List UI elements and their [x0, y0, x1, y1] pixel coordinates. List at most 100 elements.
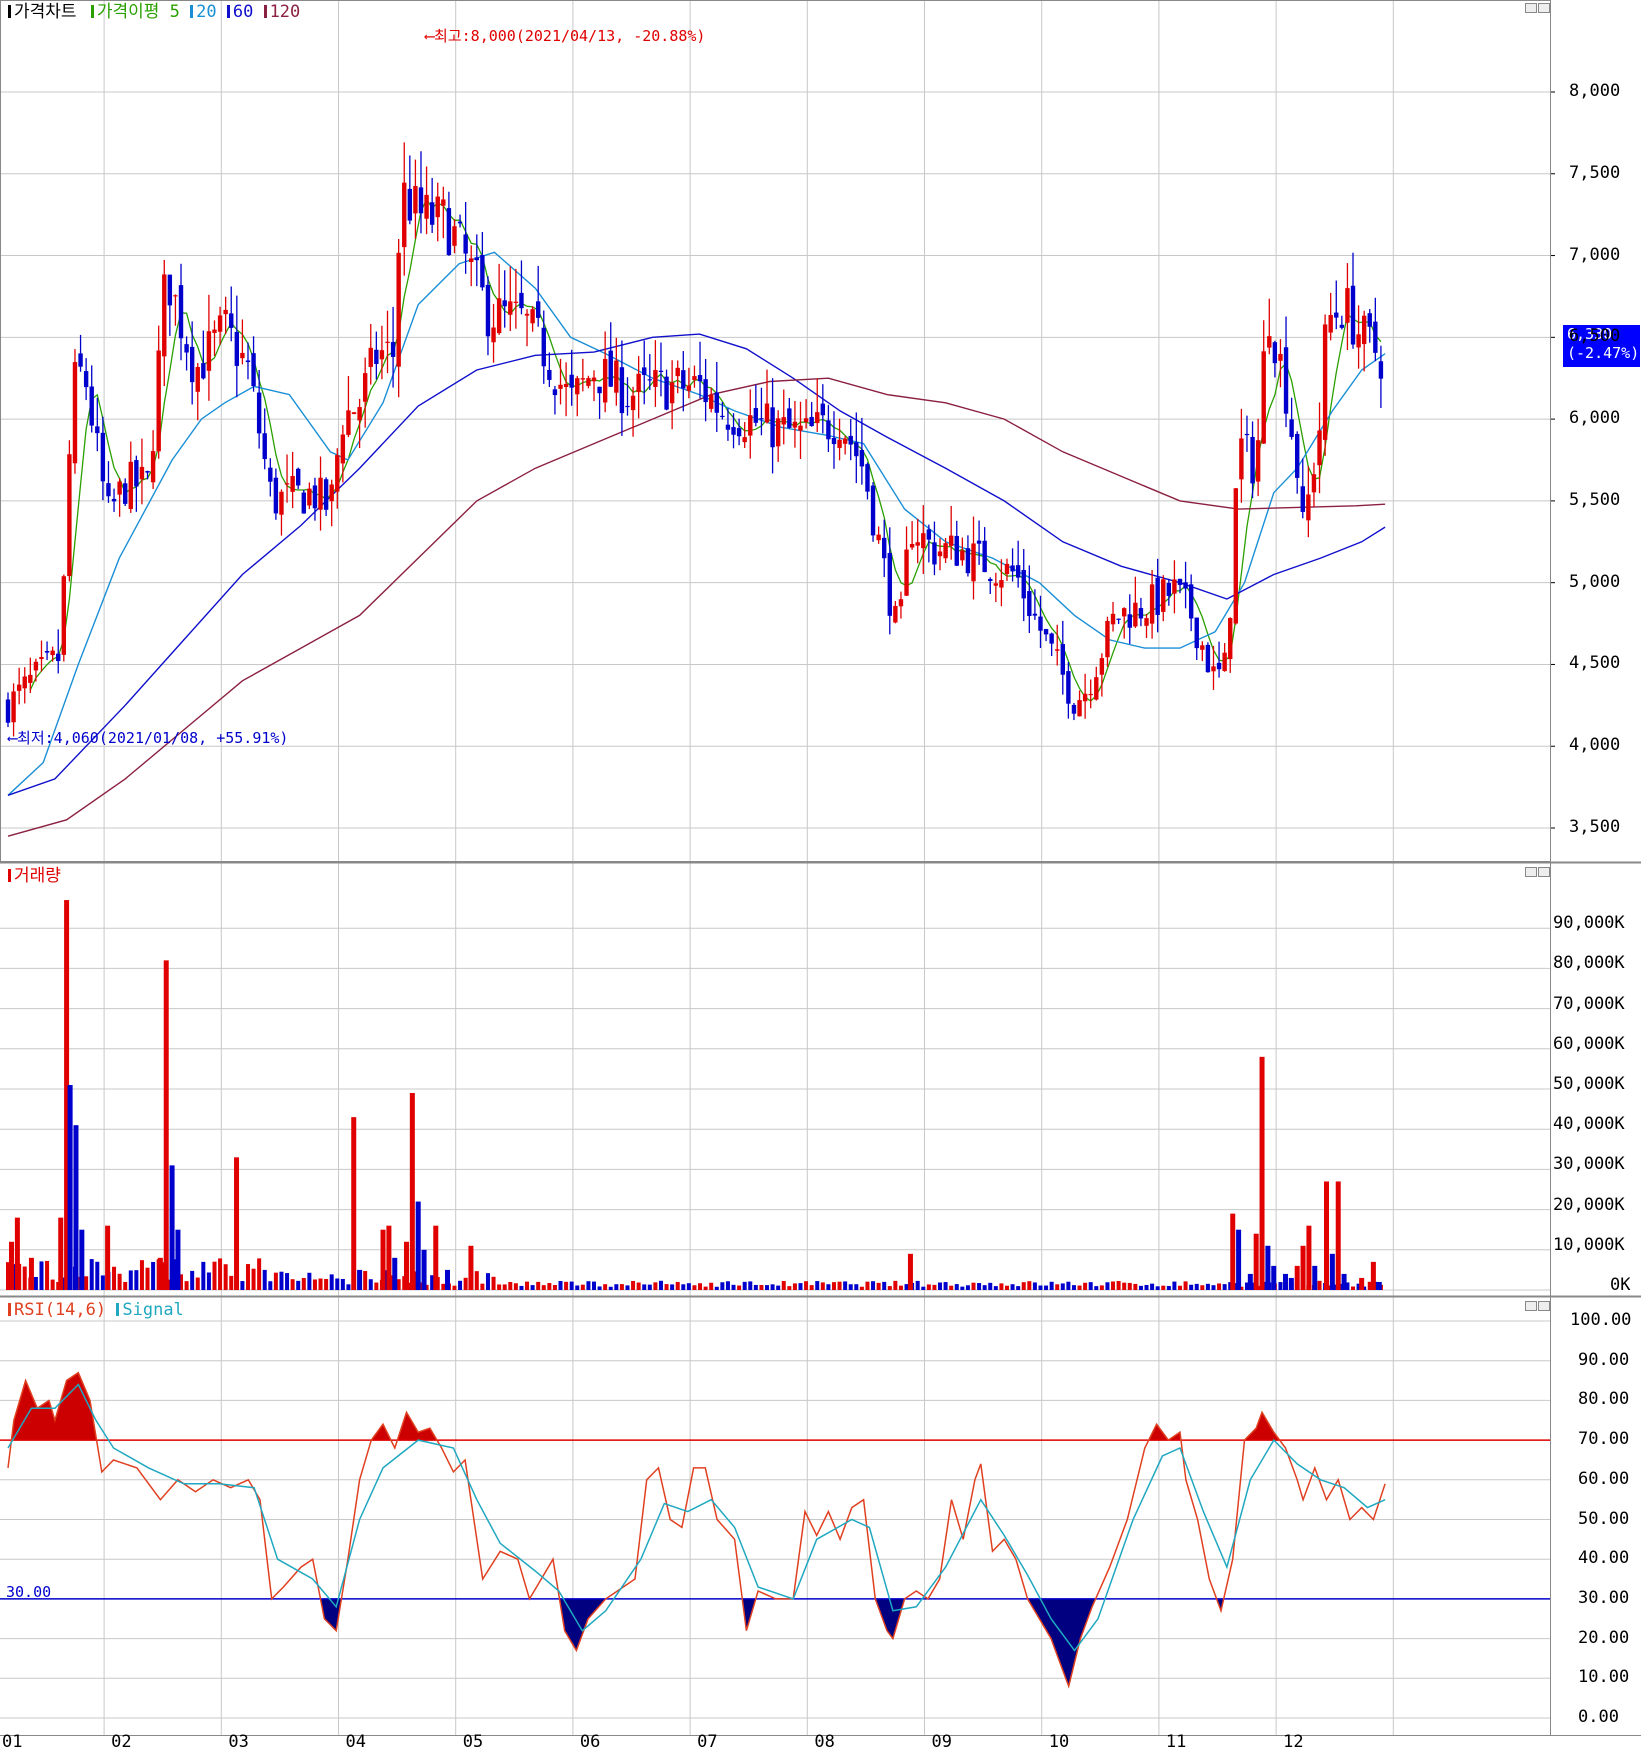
candle-body: [859, 449, 865, 467]
candle-body: [1228, 618, 1233, 660]
volume-bar: [541, 1285, 546, 1290]
volume-bar: [169, 1165, 175, 1290]
candle-body: [1334, 312, 1339, 318]
price-panel-minimize-button[interactable]: [1525, 3, 1537, 13]
volume-bar: [1016, 1286, 1021, 1290]
candle-body: [1066, 671, 1071, 704]
volume-legend[interactable]: 거래량: [4, 866, 61, 886]
candle-body: [251, 353, 256, 387]
candle-body: [1222, 652, 1227, 672]
volume-bar: [368, 1279, 373, 1290]
candle-body: [1378, 361, 1384, 379]
volume-bar: [105, 1225, 111, 1290]
candle-body: [803, 418, 809, 423]
rsi-panel-minimize-button[interactable]: [1525, 1301, 1537, 1311]
price-axis-label: 7,500: [1569, 162, 1621, 183]
candle-body: [435, 196, 440, 218]
volume-bar: [1335, 1181, 1341, 1290]
volume-bar: [703, 1286, 708, 1290]
rsi-axis-label: 20.00: [1578, 1627, 1630, 1648]
candle-body: [1049, 633, 1054, 644]
rsi-panel-close-button[interactable]: [1538, 1301, 1550, 1311]
candle-body: [245, 360, 251, 363]
price-panel-close-button[interactable]: [1538, 3, 1550, 13]
candle-body: [658, 370, 664, 372]
candle-body: [1211, 666, 1216, 672]
candle-body: [971, 543, 976, 582]
candle-body: [614, 360, 619, 393]
candle-body: [904, 549, 909, 596]
candle-body: [1239, 438, 1244, 480]
volume-panel-minimize-button[interactable]: [1525, 867, 1537, 877]
volume-axis-label: 40,000K: [1553, 1114, 1625, 1135]
legend-rsi[interactable]: RSI(14,6): [4, 1300, 106, 1320]
legend-ma-120[interactable]: 120: [263, 2, 300, 22]
legend-price-chart[interactable]: 가격차트: [4, 2, 77, 22]
x-axis-label: 06: [579, 1732, 601, 1752]
candle-body: [1361, 315, 1367, 345]
volume-bar: [184, 1281, 189, 1290]
volume-panel-close-button[interactable]: [1538, 867, 1550, 877]
candle-body: [999, 580, 1004, 588]
volume-bar: [1329, 1253, 1335, 1290]
candle-body: [625, 405, 630, 408]
volume-bar: [1055, 1284, 1060, 1290]
candle-body: [173, 295, 178, 297]
volume-bar: [452, 1285, 457, 1290]
candle-body: [842, 438, 848, 444]
candle-body: [563, 383, 569, 388]
candle-body: [865, 464, 870, 492]
candle-body: [943, 543, 948, 559]
volume-axis-label: 90,000K: [1553, 913, 1625, 934]
volume-axis-label: 0K: [1610, 1275, 1631, 1295]
candle-body: [28, 674, 33, 683]
volume-bar: [787, 1286, 792, 1290]
candle-body: [446, 208, 452, 256]
candle-body: [424, 194, 429, 219]
x-axis-label: 12: [1283, 1732, 1304, 1752]
volume-bar: [636, 1282, 641, 1290]
candle-body: [474, 257, 479, 261]
volume-bar: [285, 1273, 290, 1290]
candle-body: [731, 427, 736, 435]
candle-body: [413, 186, 418, 214]
rsi-axis-label: 50.00: [1578, 1508, 1630, 1529]
candle-body: [1004, 563, 1010, 575]
candle-body: [368, 347, 373, 367]
candle-body: [61, 576, 67, 655]
rsi-line: [7, 1371, 1386, 1689]
legend-ma-5[interactable]: 가격이평 5: [87, 2, 180, 22]
candle-body: [240, 352, 245, 359]
rsi-axis-label: 60.00: [1578, 1468, 1630, 1489]
candle-body: [195, 367, 200, 392]
volume-bar: [218, 1258, 223, 1290]
candle-body: [1166, 582, 1172, 596]
volume-bar: [229, 1275, 234, 1290]
candle-body: [1205, 644, 1211, 673]
candle-body: [675, 367, 680, 377]
candle-body: [189, 346, 195, 383]
volume-bar: [1253, 1233, 1259, 1290]
volume-bar: [1300, 1245, 1306, 1290]
volume-bar: [234, 1157, 240, 1290]
candle-body: [1367, 313, 1372, 327]
candle-body: [379, 350, 385, 360]
candle-body: [792, 421, 798, 428]
volume-bar: [698, 1283, 703, 1290]
volume-bar: [139, 1260, 144, 1290]
x-axis-label: 01: [2, 1732, 23, 1752]
legend-ma-60[interactable]: 60: [226, 2, 253, 22]
volume-bar: [1049, 1281, 1054, 1290]
candle-body: [1350, 285, 1356, 345]
legend-ma-20[interactable]: 20: [190, 2, 217, 22]
candle-body: [815, 412, 820, 424]
candle-body: [1356, 334, 1361, 348]
candle-body: [882, 537, 887, 559]
volume-bar: [569, 1281, 574, 1290]
candle-body: [898, 599, 904, 607]
volume-bar: [826, 1284, 831, 1290]
candle-body: [586, 378, 591, 386]
legend-signal[interactable]: Signal: [116, 1300, 184, 1320]
candle-body: [770, 407, 775, 448]
volume-bar: [575, 1285, 580, 1290]
